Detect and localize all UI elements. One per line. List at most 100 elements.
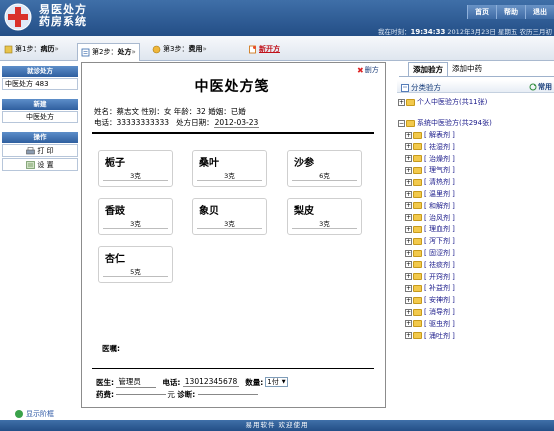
herb-card[interactable]: 桑叶 3克 (192, 150, 267, 187)
tree-category-item[interactable]: + [ 和解剂 ] (405, 201, 455, 211)
operations-header: 操作 (2, 132, 78, 143)
new-tcm-prescription-item[interactable]: 中医处方 (2, 111, 78, 123)
tree-category-item[interactable]: + [ 开窍剂 ] (405, 272, 455, 282)
new-prescription-label: 新开方 (259, 45, 280, 53)
step-2-prescription[interactable]: 第2步： 处方» (77, 43, 140, 61)
herb-dose: 3克 (197, 218, 262, 229)
print-button[interactable]: 打 印 (2, 144, 78, 157)
step-1-medical-record[interactable]: 第1步： 病历» (4, 42, 59, 57)
folder-icon (413, 249, 422, 257)
step-3-label: 第3步： (163, 45, 189, 53)
herb-dose: 3克 (197, 170, 262, 181)
tree-category-item[interactable]: + [ 祛痰剂 ] (405, 260, 455, 270)
tree-label: [ 祛湿剂 ] (424, 142, 455, 151)
expand-icon: + (405, 131, 412, 139)
logout-link[interactable]: 退出 (525, 5, 554, 19)
common-label: 常用 (538, 83, 552, 91)
fee-unit: 元 (167, 390, 175, 399)
prescription-sheet: ✖ 删方 中医处方笺 姓名：蔡志文 性别：女 年龄：32 婚姻：已婚 电话：33… (81, 62, 386, 408)
tree-category-item[interactable]: + [ 消导剂 ] (405, 307, 455, 317)
folder-icon (413, 284, 422, 292)
date-label: 处方日期： (176, 118, 214, 127)
herb-name: 桑叶 (199, 158, 219, 169)
tree-category-item[interactable]: + [ 理气剂 ] (405, 165, 455, 175)
quantity-select[interactable]: 1付 ▼ (265, 377, 288, 387)
tree-system-formulas[interactable]: − 系统中医验方(共294张) (398, 118, 492, 128)
tree-category-item[interactable]: + [ 祛湿剂 ] (405, 142, 455, 152)
show-frame-label: 显示阶框 (26, 410, 54, 418)
delete-prescription-button[interactable]: ✖ 删方 (357, 65, 379, 75)
folder-icon (413, 178, 422, 186)
fee-label: 药费: (96, 390, 114, 399)
help-link[interactable]: 帮助 (496, 5, 525, 19)
tree-label: 系统中医验方(共294张) (417, 119, 492, 127)
tree-category-item[interactable]: + [ 治燥剂 ] (405, 154, 455, 164)
date-field[interactable]: 2012-03-23 (213, 118, 260, 128)
category-title-label: 分类验方 (411, 83, 441, 92)
settings-button[interactable]: 设 置 (2, 158, 78, 171)
tree-label: [ 和解剂 ] (424, 201, 455, 210)
herb-card[interactable]: 沙参 6克 (287, 150, 362, 187)
tab-add-herb[interactable]: 添加中药 (448, 62, 486, 76)
status-prefix: 我在时刻： (378, 28, 411, 36)
tree-label: [ 开窍剂 ] (424, 272, 455, 281)
tree-category-item[interactable]: + [ 安神剂 ] (405, 295, 455, 305)
tree-category-item[interactable]: + [ 泻下剂 ] (405, 236, 455, 246)
rx-list-header: 就诊处方 (2, 66, 78, 77)
folder-icon (413, 155, 422, 163)
fee-field[interactable] (116, 394, 167, 395)
tree-label: [ 理气剂 ] (424, 166, 455, 175)
tel-label: 电话: (162, 377, 181, 387)
step-1-label: 第1步： (15, 45, 41, 53)
step-3-fees[interactable]: 第3步： 费用» (152, 42, 207, 57)
folder-icon (413, 190, 422, 198)
herb-card[interactable]: 栀子 3克 (98, 150, 173, 187)
status-time: 19:34:33 (410, 28, 446, 36)
herb-card[interactable]: 梨皮 3克 (287, 198, 362, 235)
herb-card[interactable]: 杏仁 5克 (98, 246, 173, 283)
top-nav: 首页 帮助 退出 (467, 5, 554, 19)
tree-label: 个人中医验方(共11张) (417, 98, 488, 106)
new-prescription-button[interactable]: 新开方 (248, 42, 280, 57)
tree-category-item[interactable]: + [ 清热剂 ] (405, 177, 455, 187)
tree-category-item[interactable]: + [ 固涩剂 ] (405, 248, 455, 258)
tree-category-item[interactable]: + [ 补益剂 ] (405, 283, 455, 293)
tree-category-item[interactable]: + [ 温里剂 ] (405, 189, 455, 199)
expand-icon: + (405, 190, 412, 198)
tree-category-item[interactable]: + [ 治风剂 ] (405, 213, 455, 223)
home-link[interactable]: 首页 (467, 5, 496, 19)
app-title: 易医处方 药房系统 (39, 4, 87, 28)
herb-card[interactable]: 香豉 3克 (98, 198, 173, 235)
book-icon (401, 83, 409, 92)
expand-icon: + (405, 284, 412, 292)
app-header: 易医处方 药房系统 首页 帮助 退出 我在时刻：19:34:33 2012年3月… (0, 0, 554, 36)
common-formulas-link[interactable]: 常用 (529, 82, 552, 92)
rx-list-item[interactable]: 中医处方 483 (2, 78, 78, 90)
folder-icon (413, 225, 422, 233)
folder-icon (413, 296, 422, 304)
tree-label: [ 理血剂 ] (424, 225, 455, 234)
tree-category-item[interactable]: + [ 解表剂 ] (405, 130, 455, 140)
expand-icon: + (405, 308, 412, 316)
herb-card[interactable]: 象贝 3克 (192, 198, 267, 235)
tel-field[interactable]: 13012345678 (182, 377, 240, 387)
tree-label: [ 涌吐剂 ] (424, 331, 455, 340)
green-dot-icon (15, 410, 23, 418)
expand-icon: + (405, 273, 412, 281)
herb-name: 象贝 (199, 206, 219, 217)
tree-personal-formulas[interactable]: + 个人中医验方(共11张) (398, 97, 487, 107)
step-1-arrow: » (54, 45, 59, 53)
folder-icon (413, 202, 422, 210)
footer-divider (92, 368, 374, 369)
diagnosis-field[interactable] (197, 394, 258, 395)
folder-icon (406, 98, 415, 106)
tree-category-item[interactable]: + [ 驱虫剂 ] (405, 319, 455, 329)
tree-category-item[interactable]: + [ 理血剂 ] (405, 224, 455, 234)
tree-category-item[interactable]: + [ 涌吐剂 ] (405, 331, 455, 341)
settings-label: 设 置 (37, 160, 54, 169)
show-frame-toggle[interactable]: 显示阶框 (15, 409, 54, 419)
tab-add-formula[interactable]: 添加验方 (408, 62, 448, 76)
doctor-field[interactable]: 管理员 (116, 376, 157, 388)
step-2-label: 第2步： (92, 48, 118, 56)
tabs-underline (399, 76, 554, 77)
